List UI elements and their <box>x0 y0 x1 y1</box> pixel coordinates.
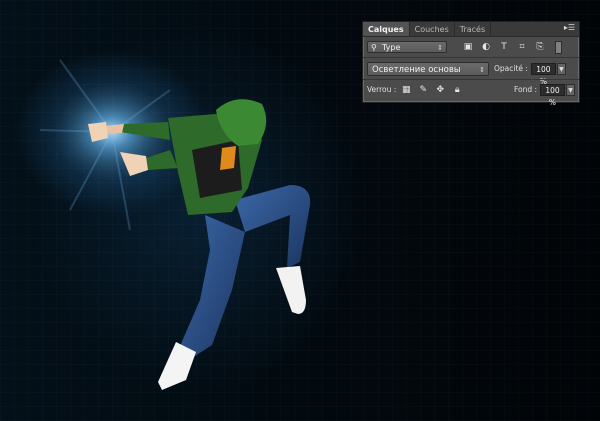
opacity-dropdown-button[interactable]: ▼ <box>556 62 566 75</box>
lock-all-icon[interactable]: 🔒︎ <box>452 85 462 95</box>
lock-position-icon[interactable]: ✥ <box>435 85 445 95</box>
divider <box>363 57 579 58</box>
shirt-graphic <box>220 146 236 170</box>
lock-row: Verrou : ▦ ✎ ✥ 🔒︎ Fond : 100 % ▼ <box>367 82 575 107</box>
fill-label: Fond : <box>513 85 537 94</box>
filter-toggle[interactable] <box>555 40 562 54</box>
search-icon: ⚲ <box>371 43 377 52</box>
left-shoe <box>158 342 196 390</box>
adjustment-layer-filter-icon[interactable]: ◐ <box>481 42 491 52</box>
tucked-leg <box>235 185 311 268</box>
lock-image-pixels-icon[interactable]: ✎ <box>418 85 428 95</box>
tab-traces[interactable]: Tracés <box>455 22 492 36</box>
pixel-layer-filter-icon[interactable]: ▣ <box>463 42 473 52</box>
filter-type-label: Type <box>382 43 401 52</box>
fill-input[interactable]: 100 % <box>540 83 565 107</box>
blend-mode-label: Осветление основы <box>372 64 461 75</box>
panel-menu-icon[interactable]: ▸☰ <box>564 23 575 32</box>
layers-panel: Calques Couches Tracés ▸☰ ⚲ Type ⇕ ▣ ◐ T… <box>362 21 580 107</box>
filter-row: ⚲ Type ⇕ ▣ ◐ T ⌗ ⎘ <box>367 40 575 54</box>
type-layer-filter-icon[interactable]: T <box>499 42 509 52</box>
standing-leg <box>180 215 245 358</box>
filter-icons: ▣ ◐ T ⌗ ⎘ <box>463 42 545 52</box>
opacity-label: Opacité : <box>494 64 528 73</box>
divider <box>363 79 579 80</box>
fill-dropdown-button[interactable]: ▼ <box>566 83 575 96</box>
right-shoe <box>276 266 306 314</box>
chevron-updown-icon: ⇕ <box>479 65 485 74</box>
shape-layer-filter-icon[interactable]: ⌗ <box>517 42 527 52</box>
smart-object-filter-icon[interactable]: ⎘ <box>535 42 545 52</box>
blend-row: Осветление основы ⇕ Opacité : 100 % ▼ <box>367 61 575 86</box>
lock-label: Verrou : <box>367 85 397 94</box>
tab-calques[interactable]: Calques <box>363 22 410 36</box>
chevron-updown-icon: ⇕ <box>437 44 443 52</box>
lock-transparent-pixels-icon[interactable]: ▦ <box>401 85 411 95</box>
opacity-input[interactable]: 100 % <box>530 62 556 86</box>
blend-mode-select[interactable]: Осветление основы ⇕ <box>367 61 489 76</box>
lock-icons: ▦ ✎ ✥ 🔒︎ <box>401 85 462 95</box>
panel-tabs: Calques Couches Tracés ▸☰ <box>363 22 579 37</box>
filter-type-select[interactable]: ⚲ Type ⇕ <box>367 41 447 53</box>
tab-couches[interactable]: Couches <box>410 22 455 36</box>
